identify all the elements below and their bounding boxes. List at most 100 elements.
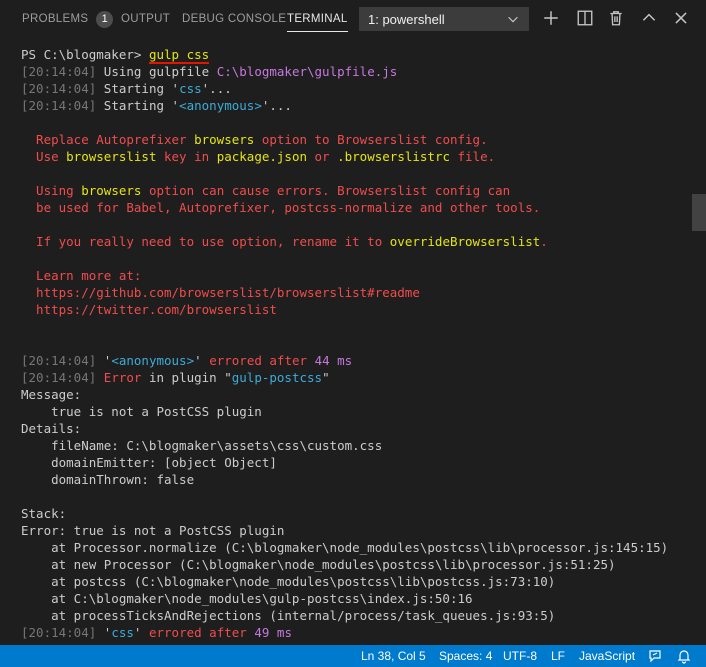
tab-problems-label: PROBLEMS [22, 13, 89, 25]
terminal-line: domainThrown: false [21, 472, 195, 487]
terminal-output[interactable]: PS C:\blogmaker> gulp css [20:14:04] Usi… [0, 38, 706, 645]
tab-terminal[interactable]: TERMINAL [287, 0, 348, 38]
line-text: '... [201, 81, 232, 96]
warning-keyword: browserslist [66, 149, 157, 164]
terminal-line: PS C:\blogmaker> gulp css [21, 46, 210, 64]
language-mode[interactable]: JavaScript [579, 645, 635, 667]
terminal-line: domainEmitter: [object Object] [21, 455, 277, 470]
indentation[interactable]: Spaces: 4 [439, 645, 492, 667]
terminal-line: at C:\blogmaker\node_modules\gulp-postcs… [21, 591, 473, 606]
warning-keyword: browsers [81, 183, 142, 198]
warning-text: Replace Autoprefixer [21, 132, 195, 147]
chevron-down-icon [506, 12, 520, 26]
line-text: ' [194, 353, 210, 368]
line-text: " [322, 370, 330, 385]
warning-keyword: .browserslistrc [337, 149, 450, 164]
warning-line: Use browserslist key in package.json or … [21, 148, 495, 165]
tab-problems[interactable]: PROBLEMS 1 [22, 0, 114, 38]
warning-line: If you really need to use option, rename… [21, 233, 548, 250]
terminal-line: [20:14:04] Starting '<anonymous>'... [21, 97, 292, 114]
warning-text: option can cause errors. Browserslist co… [141, 183, 511, 198]
warning-text: Using [21, 183, 82, 198]
plugin-name: gulp-postcss [231, 370, 323, 385]
terminal-line: [20:14:04] Using gulpfile C:\blogmaker\g… [21, 63, 397, 80]
warning-text: option to Browserslist config. [254, 132, 488, 147]
warning-text: Learn more at: [21, 268, 142, 283]
terminal-line: [20:14:04] '<anonymous>' errored after 4… [21, 352, 352, 369]
tab-debug-console-label: DEBUG CONSOLE [182, 13, 287, 25]
terminal-line: Details: [21, 421, 82, 436]
terminal-line: Message: [21, 387, 82, 402]
warning-link[interactable]: https://twitter.com/browserslist [21, 301, 277, 318]
terminal-line: Error: true is not a PostCSS plugin [21, 523, 285, 538]
terminal-line: at processTicksAndRejections (internal/p… [21, 608, 556, 623]
line-text: Starting ' [96, 81, 180, 96]
trash-icon[interactable] [607, 9, 625, 27]
timestamp: [20:14:04] [21, 353, 97, 368]
error-text: errored after [209, 353, 308, 368]
feedback-icon[interactable] [647, 648, 663, 664]
terminal-line: Stack: [21, 506, 67, 521]
warning-keyword: overrideBrowserslist [389, 234, 541, 249]
encoding[interactable]: UTF-8 [503, 645, 537, 667]
tab-output-label: OUTPUT [121, 13, 171, 25]
warning-text: Use [21, 149, 67, 164]
timestamp: [20:14:04] [21, 370, 97, 385]
split-icon[interactable] [576, 9, 594, 27]
line-text: '... [261, 98, 292, 113]
command-text: gulp css [148, 47, 210, 64]
warning-text: file. [450, 149, 496, 164]
terminal-scrollbar[interactable] [692, 38, 706, 645]
terminal-line: [20:14:04] Error in plugin "gulp-postcss… [21, 369, 330, 386]
warning-line: Learn more at: [21, 267, 141, 284]
line-text: Using gulpfile [96, 64, 217, 79]
tab-terminal-label: TERMINAL [287, 13, 348, 25]
line-ending[interactable]: LF [551, 645, 565, 667]
status-bar: Ln 38, Col 5 Spaces: 4 UTF-8 LF JavaScri… [0, 645, 706, 667]
scrollbar-thumb[interactable] [692, 194, 706, 231]
warning-link[interactable]: https://github.com/browserslist/browsers… [21, 284, 420, 301]
warning-line: Using browsers option can cause errors. … [21, 182, 510, 199]
timestamp: [20:14:04] [21, 64, 97, 79]
task-name: css [111, 625, 134, 640]
task-name: <anonymous> [111, 353, 195, 368]
warning-line: be used for Babel, Autoprefixer, postcss… [21, 199, 540, 216]
tab-output[interactable]: OUTPUT [121, 0, 170, 38]
line-text: in plugin " [141, 370, 232, 385]
panel-header: PROBLEMS 1 OUTPUT DEBUG CONSOLE TERMINAL… [0, 0, 706, 38]
cursor-position[interactable]: Ln 38, Col 5 [361, 645, 426, 667]
gulpfile-path: C:\blogmaker\gulpfile.js [216, 64, 398, 79]
warning-text: . [540, 234, 548, 249]
task-name: css [179, 81, 202, 96]
terminal-select[interactable]: 1: powershell [359, 7, 529, 31]
terminal-line: [20:14:04] Starting 'css'... [21, 80, 232, 97]
timestamp: [20:14:04] [21, 81, 97, 96]
chevron-up-icon[interactable] [640, 9, 658, 27]
terminal-select-value: 1: powershell [368, 11, 445, 27]
twitter-link[interactable]: https://twitter.com/browserslist [21, 302, 277, 317]
warning-text: or [307, 149, 338, 164]
plus-icon[interactable] [542, 9, 560, 27]
task-name: <anonymous> [179, 98, 262, 113]
bell-icon[interactable] [676, 648, 692, 664]
warning-text: key in [156, 149, 217, 164]
github-link[interactable]: https://github.com/browserslist/browsers… [21, 285, 420, 300]
terminal-line: at postcss (C:\blogmaker\node_modules\po… [21, 574, 556, 589]
timestamp: [20:14:04] [21, 625, 97, 640]
terminal-line: [20:14:04] 'css' errored after 49 ms [21, 624, 292, 641]
line-text [307, 353, 315, 368]
prompt: PS C:\blogmaker> [21, 47, 149, 62]
terminal-line: at Processor.normalize (C:\blogmaker\nod… [21, 540, 669, 555]
line-text [96, 370, 104, 385]
timestamp: [20:14:04] [21, 98, 97, 113]
line-text: Starting ' [96, 98, 180, 113]
duration: 44 ms [314, 353, 353, 368]
tab-debug-console[interactable]: DEBUG CONSOLE [182, 0, 286, 38]
close-icon[interactable] [672, 9, 690, 27]
terminal-line: at new Processor (C:\blogmaker\node_modu… [21, 557, 616, 572]
error-text: errored after [148, 625, 247, 640]
line-text: ' [133, 625, 149, 640]
warning-keyword: package.json [216, 149, 307, 164]
warning-line: Replace Autoprefixer browsers option to … [21, 131, 488, 148]
line-text: ' [96, 625, 112, 640]
